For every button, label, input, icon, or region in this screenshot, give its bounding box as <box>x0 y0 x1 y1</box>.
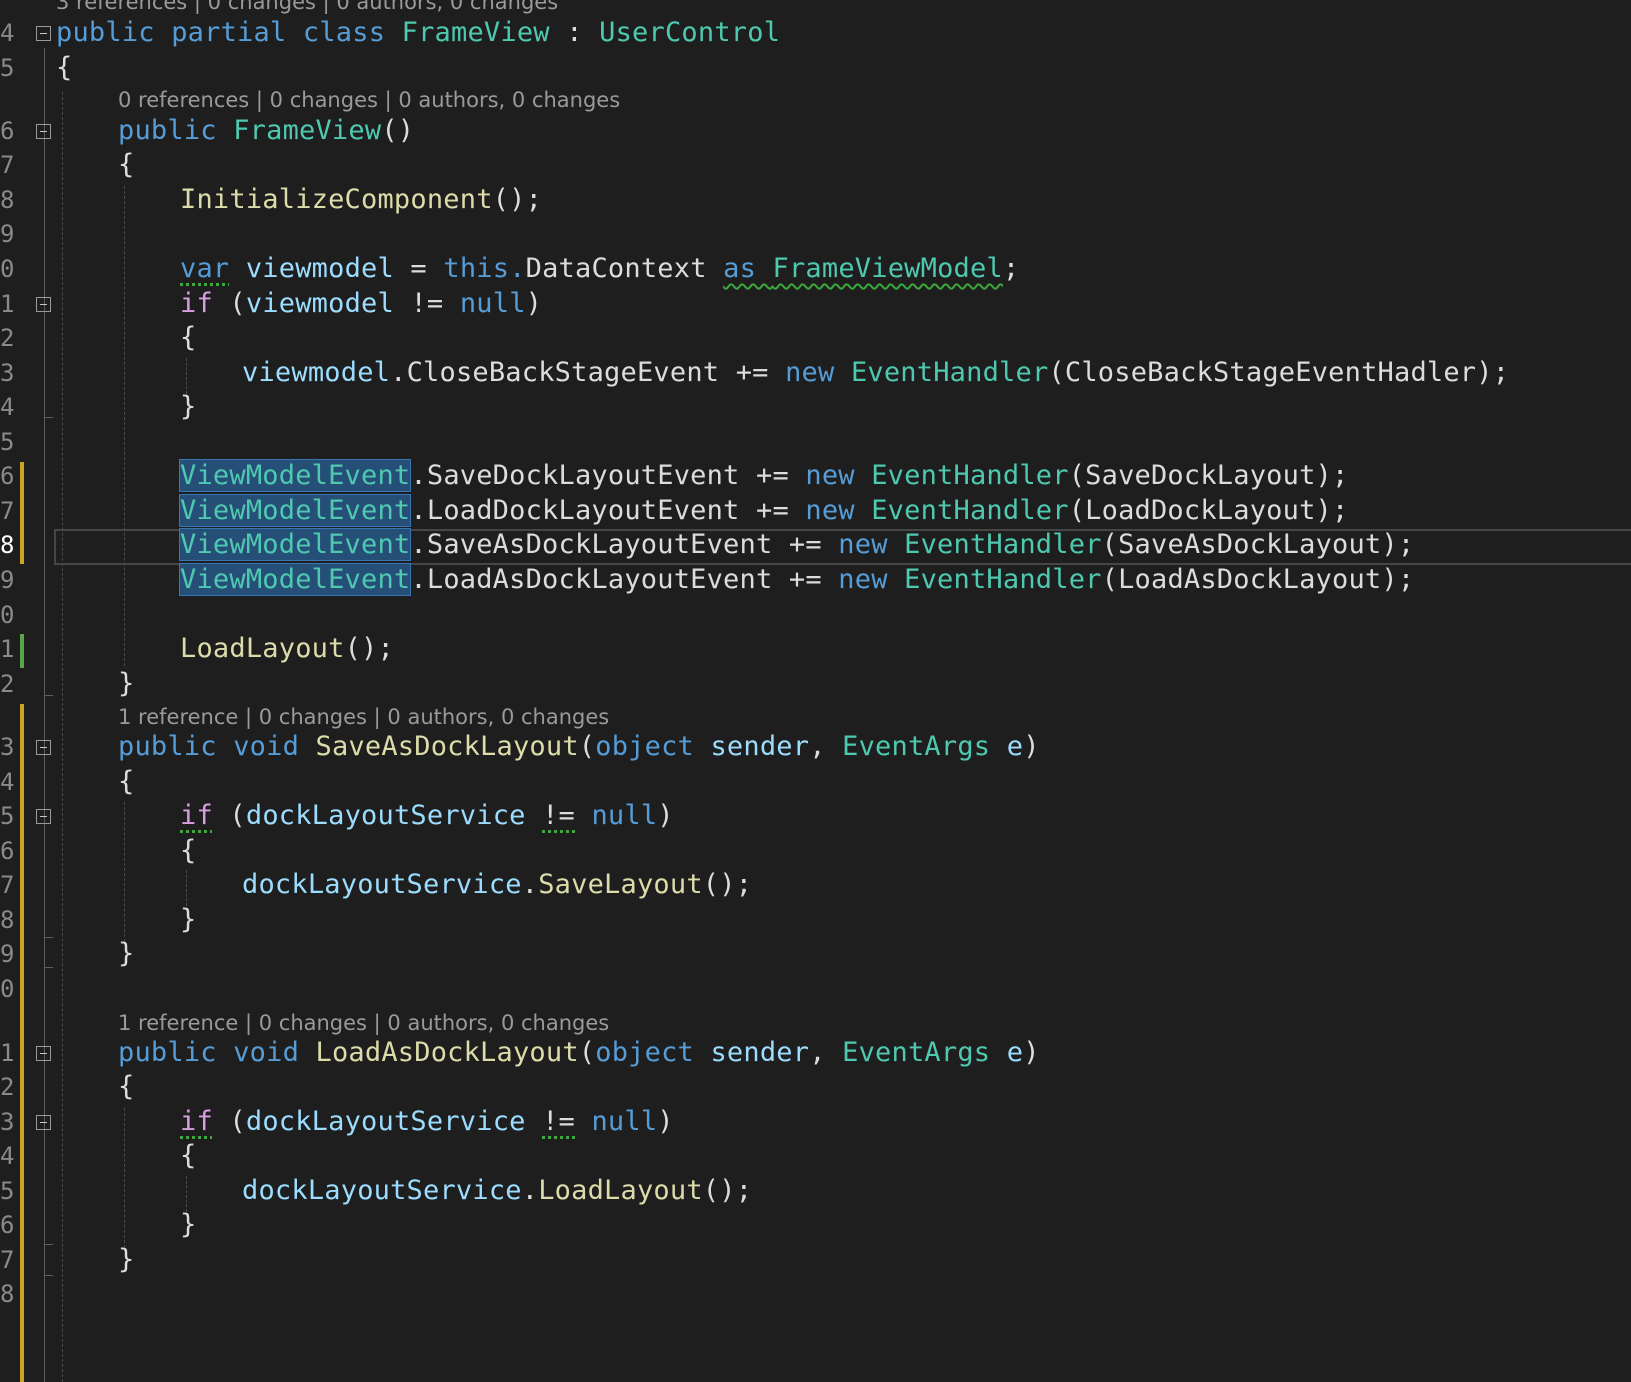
line-number: 2 <box>0 670 14 698</box>
codelens-load-method[interactable]: 1 reference | 0 changes | 0 authors, 0 c… <box>118 1008 609 1038</box>
code-line[interactable]: var viewmodel = this.DataContext as Fram… <box>180 251 1019 287</box>
change-indicator-modified <box>20 704 24 1382</box>
line-number: 3 <box>0 733 14 761</box>
line-number: 9 <box>0 220 14 248</box>
code-line[interactable]: if (dockLayoutService != null) <box>180 1104 674 1140</box>
line-number: 6 <box>0 837 14 865</box>
collapse-toggle-icon[interactable] <box>36 26 51 41</box>
code-line[interactable]: { <box>118 147 134 183</box>
line-number: 8 <box>0 906 14 934</box>
collapse-toggle-icon[interactable] <box>36 740 51 755</box>
collapse-toggle-icon[interactable] <box>36 297 51 312</box>
indent-guide <box>124 802 125 942</box>
line-number: 4 <box>0 768 14 796</box>
line-number: 7 <box>0 1246 14 1274</box>
line-number: 8 <box>0 1280 14 1308</box>
line-number: 0 <box>0 601 14 629</box>
line-number: 7 <box>0 151 14 179</box>
line-number-current: 8 <box>0 531 14 559</box>
line-number: 5 <box>0 428 14 456</box>
code-line[interactable]: ViewModelEvent.LoadAsDockLayoutEvent += … <box>178 562 1414 598</box>
line-number: 5 <box>0 54 14 82</box>
line-number: 2 <box>0 324 14 352</box>
indent-guide <box>124 186 125 666</box>
collapse-toggle-icon[interactable] <box>36 809 51 824</box>
line-number: 5 <box>0 1177 14 1205</box>
codelens-save-method[interactable]: 1 reference | 0 changes | 0 authors, 0 c… <box>118 702 609 732</box>
line-number: 3 <box>0 359 14 387</box>
line-number: 6 <box>0 117 14 145</box>
code-line[interactable]: viewmodel.CloseBackStageEvent += new Eve… <box>242 355 1509 391</box>
indent-guide <box>186 870 187 906</box>
line-number: 1 <box>0 290 14 318</box>
line-number: 1 <box>0 1039 14 1067</box>
codelens-constructor[interactable]: 0 references | 0 changes | 0 authors, 0 … <box>118 85 620 115</box>
line-number: 9 <box>0 566 14 594</box>
code-line[interactable]: ViewModelEvent.LoadDockLayoutEvent += ne… <box>178 493 1348 529</box>
code-line-current[interactable]: ViewModelEvent.SaveAsDockLayoutEvent += … <box>178 527 1414 563</box>
outline-end-tick <box>44 937 53 938</box>
outline-end-tick <box>44 695 53 696</box>
code-line[interactable]: if (viewmodel != null) <box>180 286 542 322</box>
code-line[interactable]: public partial class FrameView : UserCon… <box>56 15 780 51</box>
code-line[interactable]: { <box>180 1138 196 1174</box>
line-number: 3 <box>0 1108 14 1136</box>
line-number: 0 <box>0 975 14 1003</box>
line-number: 4 <box>0 19 14 47</box>
code-line[interactable]: { <box>118 764 134 800</box>
collapse-toggle-icon[interactable] <box>36 1115 51 1130</box>
code-line[interactable]: } <box>180 389 196 425</box>
code-line[interactable]: } <box>118 1242 134 1278</box>
collapse-toggle-icon[interactable] <box>36 124 51 139</box>
line-number: 9 <box>0 940 14 968</box>
code-editor[interactable]: 4 5 6 7 8 9 0 1 2 3 4 5 6 7 8 9 0 1 2 3 … <box>0 0 1631 1382</box>
line-number: 4 <box>0 1142 14 1170</box>
line-number: 2 <box>0 1073 14 1101</box>
code-line[interactable]: dockLayoutService.LoadLayout(); <box>242 1173 752 1209</box>
selected-text[interactable]: ViewModelEvent <box>178 563 412 596</box>
line-number: 6 <box>0 462 14 490</box>
line-number: 8 <box>0 186 14 214</box>
line-number: 5 <box>0 802 14 830</box>
code-line[interactable]: LoadLayout(); <box>180 631 394 667</box>
line-number: 6 <box>0 1211 14 1239</box>
change-indicator-modified <box>20 462 24 564</box>
outline-end-tick <box>44 1244 53 1245</box>
code-line[interactable]: InitializeComponent(); <box>180 182 542 218</box>
code-line[interactable]: if (dockLayoutService != null) <box>180 798 674 834</box>
line-number: 0 <box>0 255 14 283</box>
code-line[interactable]: } <box>118 936 134 972</box>
code-line[interactable]: dockLayoutService.SaveLayout(); <box>242 867 752 903</box>
code-line[interactable]: { <box>180 833 196 869</box>
code-line[interactable]: public FrameView() <box>118 113 414 149</box>
code-line[interactable]: { <box>118 1069 134 1105</box>
selected-text[interactable]: ViewModelEvent <box>178 459 412 492</box>
outline-guide <box>44 48 45 1382</box>
code-line[interactable]: { <box>56 50 72 86</box>
selected-text[interactable]: ViewModelEvent <box>178 494 412 527</box>
code-line[interactable]: } <box>180 1207 196 1243</box>
indent-guide <box>62 92 63 1382</box>
selected-text[interactable]: ViewModelEvent <box>178 528 412 561</box>
code-line[interactable]: { <box>180 320 196 356</box>
indent-guide <box>124 1108 125 1248</box>
line-number: 4 <box>0 393 14 421</box>
line-number: 1 <box>0 635 14 663</box>
collapse-toggle-icon[interactable] <box>36 1046 51 1061</box>
code-line[interactable]: } <box>180 902 196 938</box>
line-number: 7 <box>0 497 14 525</box>
outline-end-tick <box>44 1275 53 1276</box>
code-line[interactable]: public void SaveAsDockLayout(object send… <box>118 729 1040 765</box>
code-line[interactable]: ViewModelEvent.SaveDockLayoutEvent += ne… <box>178 458 1348 494</box>
code-line[interactable]: public void LoadAsDockLayout(object send… <box>118 1035 1040 1071</box>
change-indicator-added <box>20 634 24 668</box>
line-number: 7 <box>0 871 14 899</box>
outline-end-tick <box>44 967 53 968</box>
outline-end-tick <box>44 417 53 418</box>
code-line[interactable]: } <box>118 666 134 702</box>
